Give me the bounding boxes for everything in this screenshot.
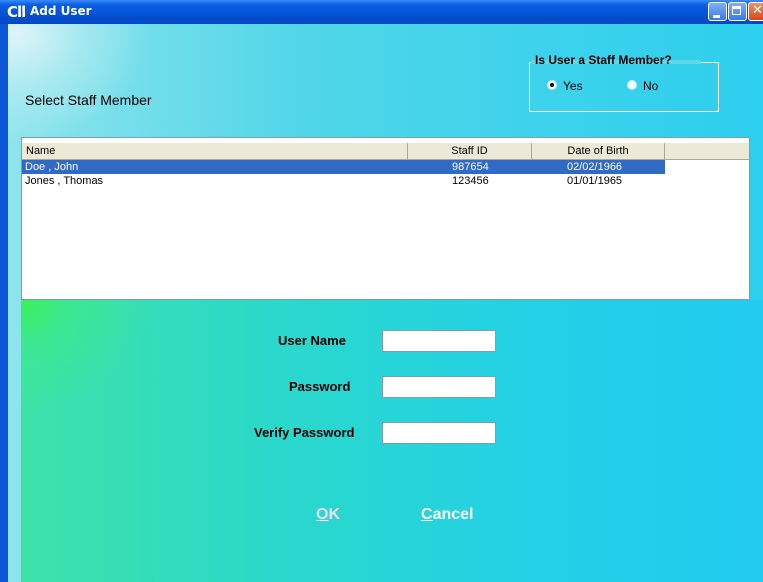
staff-list-header: Name Staff ID Date of Birth (22, 143, 749, 160)
user-name-label: User Name (278, 333, 346, 348)
table-row[interactable]: Doe , John 987654 02/02/1966 (22, 160, 665, 174)
add-user-window: Cll Add User Select Staff Member Is User… (0, 0, 763, 582)
select-staff-member-title: Select Staff Member (25, 92, 152, 108)
password-label: Password (289, 379, 351, 394)
row-dob: 01/01/1965 (567, 175, 623, 187)
row-name: Jones , Thomas (25, 175, 104, 187)
verify-password-label: Verify Password (254, 425, 355, 440)
column-header-filler (665, 143, 749, 159)
row-staff-id: 987654 (452, 161, 489, 173)
row-name: Doe , John (25, 161, 79, 173)
column-header-dob[interactable]: Date of Birth (532, 143, 665, 159)
staff-list[interactable]: Name Staff ID Date of Birth Doe , John 9… (21, 137, 750, 300)
staff-member-groupbox (529, 62, 719, 112)
radio-no-circle[interactable] (627, 80, 637, 90)
window-title: Add User (30, 4, 92, 18)
staff-member-question: Is User a Staff Member? (535, 53, 672, 67)
ok-button[interactable]: OK (316, 506, 340, 524)
close-icon[interactable] (748, 2, 763, 21)
window-border (0, 24, 8, 582)
table-row[interactable]: Jones , Thomas 123456 01/01/1965 (22, 174, 665, 188)
column-header-staff-id-label: Staff ID (451, 145, 488, 157)
column-header-dob-label: Date of Birth (567, 145, 629, 157)
row-dob: 02/02/1966 (567, 161, 623, 173)
user-name-input[interactable] (382, 330, 496, 352)
app-icon: Cll (7, 3, 26, 21)
ok-button-mnemonic: O (316, 506, 329, 523)
cancel-button[interactable]: Cancel (421, 506, 473, 524)
cancel-button-label: ancel (432, 506, 474, 523)
column-header-name-label: Name (26, 145, 56, 157)
password-input[interactable] (382, 376, 496, 398)
minimize-icon[interactable] (708, 2, 727, 21)
radio-yes-circle[interactable] (547, 80, 557, 90)
ok-button-label: K (328, 506, 341, 523)
cancel-button-mnemonic: C (421, 506, 433, 523)
column-header-name[interactable]: Name (22, 143, 408, 159)
column-header-staff-id[interactable]: Staff ID (408, 143, 532, 159)
radio-yes-label[interactable]: Yes (563, 79, 583, 93)
title-bar[interactable]: Cll Add User (0, 0, 763, 24)
radio-no-label[interactable]: No (643, 79, 658, 93)
maximize-icon[interactable] (728, 2, 747, 21)
row-staff-id: 123456 (452, 175, 489, 187)
verify-password-input[interactable] (382, 422, 496, 444)
